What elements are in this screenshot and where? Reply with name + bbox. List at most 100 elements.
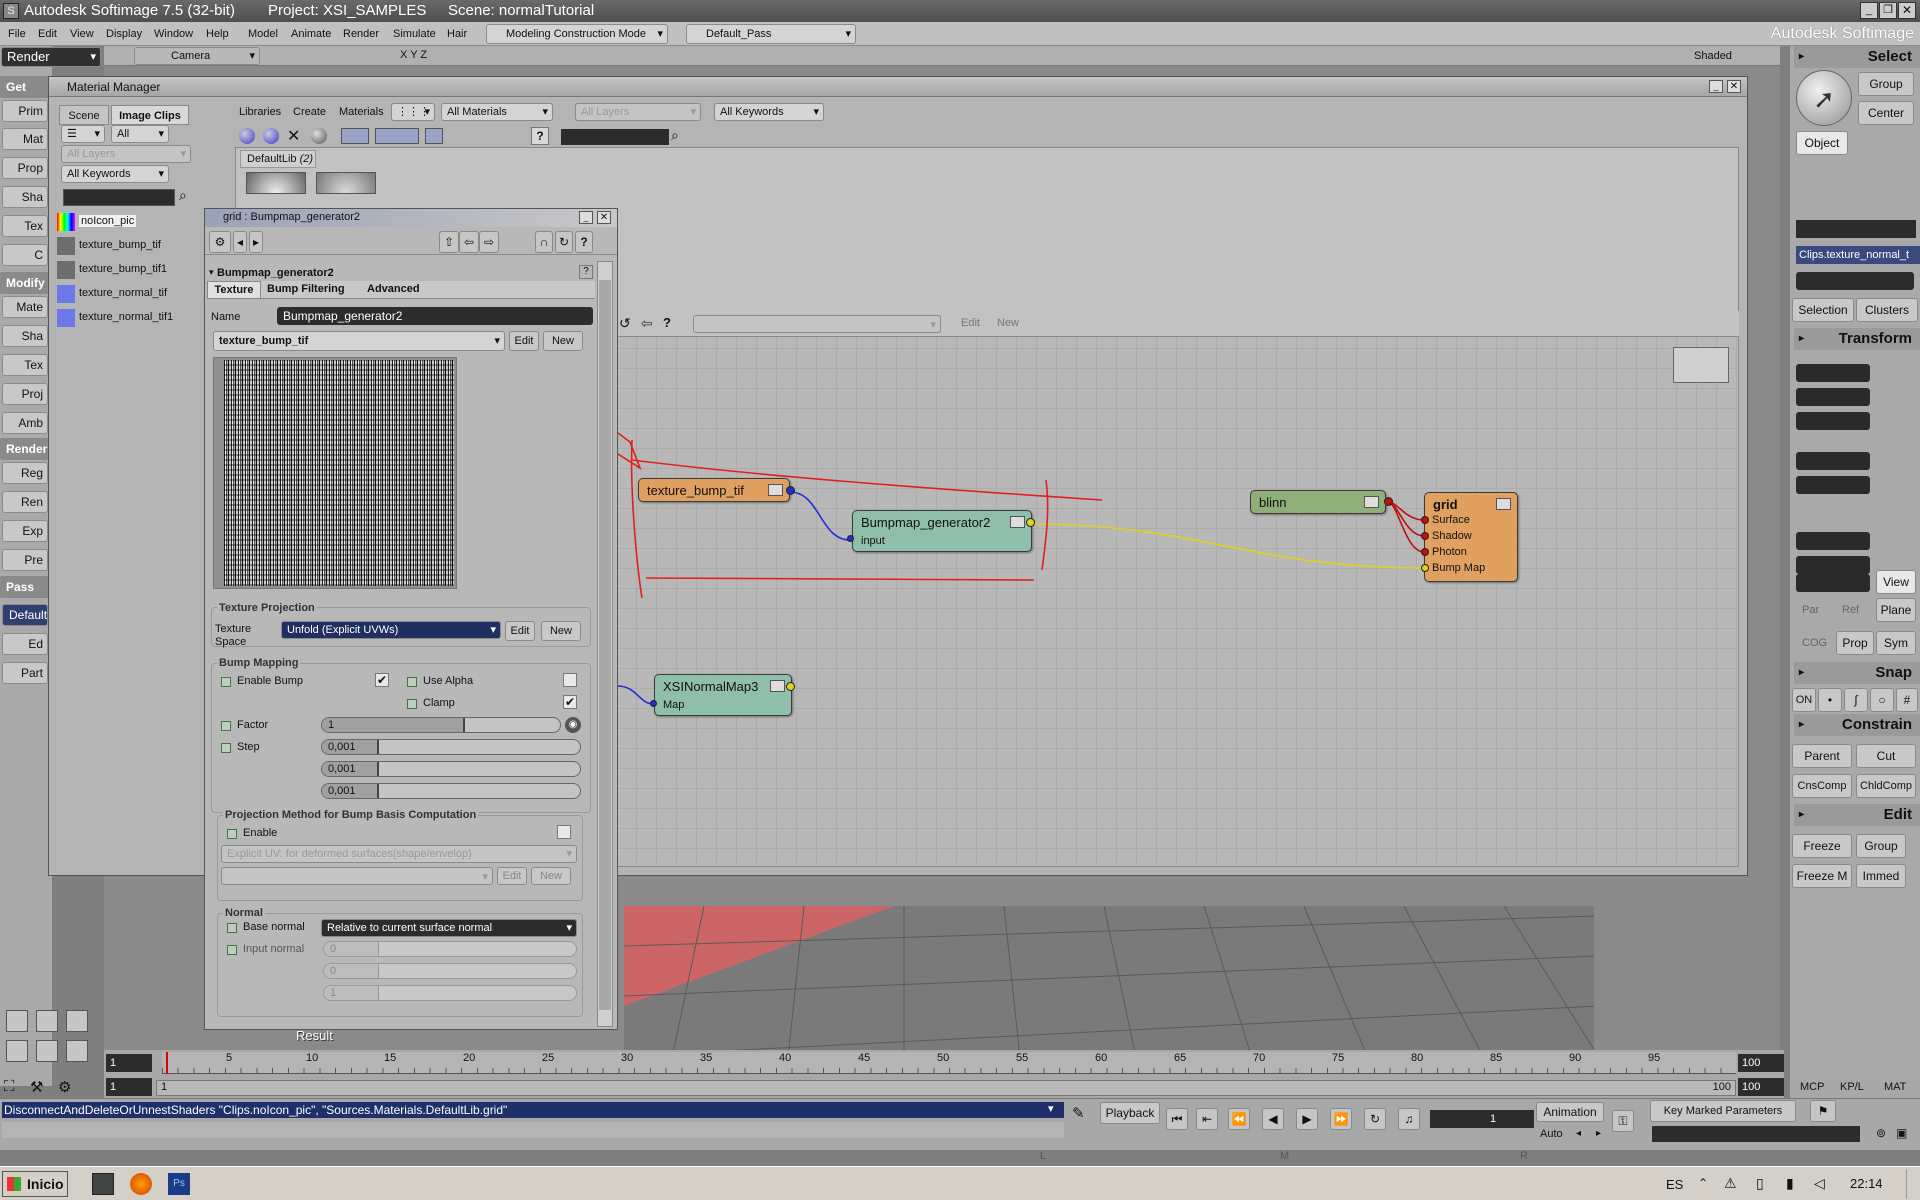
freeze-button[interactable]: Freeze (1792, 834, 1852, 858)
object-button[interactable]: Object (1796, 131, 1848, 155)
method-sub-select[interactable] (221, 867, 493, 885)
ppg-refresh-icon[interactable]: ↻ (555, 231, 573, 253)
clock[interactable]: 22:14 (1850, 1176, 1883, 1191)
ppg-save-icon[interactable]: ⇦ (459, 231, 479, 253)
factor-anim-icon[interactable] (221, 721, 231, 731)
tray-volume-icon[interactable]: ◁ (1814, 1175, 1825, 1192)
node-menu-icon[interactable] (1010, 516, 1025, 528)
range-end-field[interactable]: 100 (1738, 1078, 1784, 1096)
key-icon[interactable]: ⚿ (1612, 1110, 1634, 1132)
ppg-close-button[interactable]: ✕ (597, 211, 611, 224)
chldcomp-button[interactable]: ChldComp (1856, 774, 1916, 798)
range-start-field[interactable]: 1 (106, 1078, 152, 1096)
blinn-output-port[interactable] (1384, 497, 1393, 506)
factor-connect-icon[interactable]: ◉ (565, 717, 581, 733)
ppg-scroll-thumb[interactable] (599, 280, 611, 1010)
grid-surface-input[interactable] (1421, 516, 1429, 524)
script-icon[interactable]: ✎ (1072, 1104, 1085, 1122)
node-menu-icon[interactable] (768, 484, 783, 496)
method-new-button[interactable]: New (531, 867, 571, 885)
loop-icon[interactable]: ↻ (1364, 1108, 1386, 1130)
playback-button[interactable]: Playback (1100, 1102, 1160, 1124)
timeline-end-field[interactable]: 100 (1738, 1054, 1784, 1072)
scale-field-2[interactable] (1796, 388, 1870, 406)
texture-new-button[interactable]: New (543, 331, 583, 351)
immed-button[interactable]: Immed (1856, 864, 1906, 888)
grid-shadow-input[interactable] (1421, 532, 1429, 540)
clamp-checkbox[interactable]: ✔ (563, 695, 577, 709)
script-editor-field[interactable] (2, 1122, 1064, 1138)
command-dropdown-icon[interactable]: ▾ (1048, 1102, 1054, 1115)
language-indicator[interactable]: ES (1666, 1177, 1683, 1192)
ppg-next-icon[interactable]: ▸ (249, 231, 263, 253)
key-prev-icon[interactable]: ◂ (1576, 1128, 1581, 1139)
method-edit-button[interactable]: Edit (497, 867, 527, 885)
view-button[interactable]: View (1876, 570, 1916, 594)
bump-input-port[interactable] (847, 535, 854, 542)
key-field-extra-icon[interactable]: ▣ (1896, 1126, 1907, 1140)
node-blinn[interactable]: blinn (1250, 490, 1386, 514)
animation-button[interactable]: Animation (1536, 1102, 1604, 1122)
node-menu-icon[interactable] (1364, 496, 1379, 508)
factor-slider[interactable]: 1 (321, 717, 561, 733)
translate-field[interactable] (1796, 476, 1870, 494)
step-slider-2[interactable]: 0,001 (321, 761, 581, 777)
ppg-restore-icon[interactable]: ⇨ (479, 231, 499, 253)
selection-button[interactable]: Selection (1792, 298, 1854, 322)
freeze-m-button[interactable]: Freeze M (1792, 864, 1852, 888)
tray-up-icon[interactable]: ⌃ (1698, 1176, 1708, 1190)
node-menu-icon[interactable] (1496, 498, 1511, 510)
tab-texture[interactable]: Texture (207, 281, 261, 299)
use-alpha-checkbox[interactable] (563, 673, 577, 687)
show-desktop-button[interactable] (1906, 1169, 1918, 1199)
scale-field[interactable] (1796, 364, 1870, 382)
tab-advanced[interactable]: Advanced (367, 283, 420, 295)
node-texture-bump-tif[interactable]: texture_bump_tif (638, 478, 790, 502)
input-normal-slider-3[interactable]: 1 (323, 985, 577, 1001)
tray-battery-icon[interactable]: ▯ (1756, 1175, 1764, 1192)
snap-grid-icon[interactable]: # (1896, 688, 1918, 712)
play-end-icon[interactable]: ⏩ (1330, 1108, 1352, 1130)
key-marked-button[interactable]: Key Marked Parameters (1650, 1100, 1796, 1122)
clamp-anim-icon[interactable] (407, 699, 417, 709)
ppg-minimize-button[interactable]: _ (579, 211, 593, 224)
translate-field-4[interactable] (1796, 574, 1870, 592)
help-icon[interactable]: ? (575, 231, 593, 253)
step-slider-1[interactable]: 0,001 (321, 739, 581, 755)
auto-key-label[interactable]: Auto (1540, 1128, 1563, 1140)
grid-bumpmap-input[interactable] (1421, 564, 1429, 572)
range-slider[interactable]: 1 100 (156, 1080, 1736, 1096)
prop-button[interactable]: Prop (1836, 631, 1874, 655)
parent-button[interactable]: Parent (1792, 744, 1852, 768)
grid-photon-input[interactable] (1421, 548, 1429, 556)
use-alpha-anim-icon[interactable] (407, 677, 417, 687)
step-slider-3[interactable]: 0,001 (321, 783, 581, 799)
transform-header[interactable]: Transform (1794, 328, 1920, 350)
play-forward-icon[interactable]: ▶ (1296, 1108, 1318, 1130)
translate-field-2[interactable] (1796, 532, 1870, 550)
tab-bump-filtering[interactable]: Bump Filtering (267, 283, 345, 295)
ppg-lock-icon[interactable]: ∩ (535, 231, 553, 253)
select-tool-icon[interactable]: ➚ (1796, 70, 1852, 126)
ref-label[interactable]: Ref (1842, 604, 1859, 616)
base-normal-anim-icon[interactable] (227, 923, 237, 933)
node-grid[interactable]: grid Surface Shadow Photon Bump Map (1424, 492, 1518, 582)
clusters-button[interactable]: Clusters (1856, 298, 1918, 322)
enable-bump-checkbox[interactable]: ✔ (375, 673, 389, 687)
par-label[interactable]: Par (1802, 604, 1819, 616)
key-marked-icon[interactable]: ⚑ (1810, 1100, 1836, 1122)
group-edit-button[interactable]: Group (1856, 834, 1906, 858)
method-select[interactable]: Explicit UV: for deformed surfaces(shape… (221, 845, 577, 863)
command-line[interactable]: DisconnectAndDeleteOrUnnestShaders "Clip… (2, 1102, 1064, 1118)
translate-field-3[interactable] (1796, 556, 1870, 574)
firefox-task-icon[interactable] (130, 1173, 152, 1195)
snap-surface-icon[interactable]: ○ (1870, 688, 1894, 712)
method-enable-checkbox[interactable] (557, 825, 571, 839)
sym-button[interactable]: Sym (1876, 631, 1916, 655)
play-prev-key-icon[interactable]: ⇤ (1196, 1108, 1218, 1130)
key-field[interactable] (1652, 1126, 1860, 1142)
frame-field[interactable]: 1 (1430, 1110, 1534, 1128)
texture-select[interactable]: texture_bump_tif (213, 331, 505, 351)
help-icon[interactable]: ? (579, 265, 593, 279)
snap-curve-icon[interactable]: ∫ (1844, 688, 1868, 712)
